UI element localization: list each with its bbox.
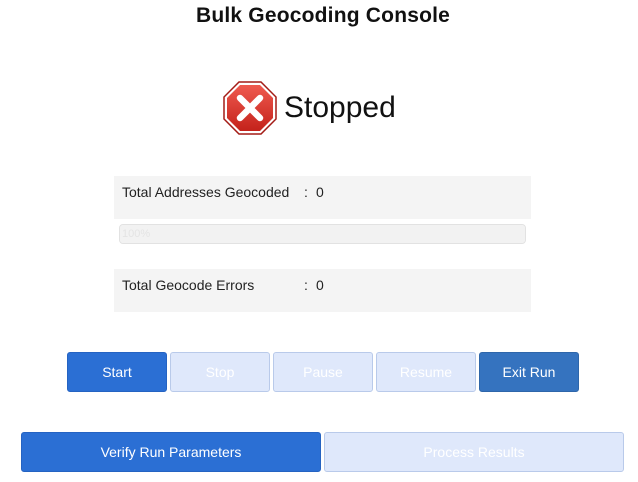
page-title: Bulk Geocoding Console	[195, 4, 451, 27]
addresses-geocoded-panel: Total Addresses Geocoded : 0	[114, 176, 531, 219]
geocode-errors-separator: :	[304, 277, 308, 293]
addresses-geocoded-label: Total Addresses Geocoded	[122, 184, 290, 200]
geocode-errors-label: Total Geocode Errors	[122, 277, 255, 293]
progress-text: 100%	[122, 228, 151, 240]
stop-button[interactable]: Stop	[170, 352, 270, 392]
run-status: Stopped	[222, 80, 396, 136]
geocode-progress-bar: 100%	[119, 224, 526, 244]
status-text: Stopped	[284, 91, 396, 124]
stop-sign-x-icon	[223, 81, 277, 135]
verify-run-parameters-button[interactable]: Verify Run Parameters	[21, 432, 321, 472]
geocode-errors-panel: Total Geocode Errors : 0	[114, 269, 531, 312]
geocode-errors-value: 0	[316, 277, 324, 293]
start-button[interactable]: Start	[67, 352, 167, 392]
exit-run-button[interactable]: Exit Run	[479, 352, 579, 392]
progress-fill	[120, 225, 525, 243]
process-results-button[interactable]: Process Results	[324, 432, 624, 472]
resume-button[interactable]: Resume	[376, 352, 476, 392]
addresses-geocoded-value: 0	[316, 184, 324, 200]
addresses-geocoded-separator: :	[304, 184, 308, 200]
pause-button[interactable]: Pause	[273, 352, 373, 392]
